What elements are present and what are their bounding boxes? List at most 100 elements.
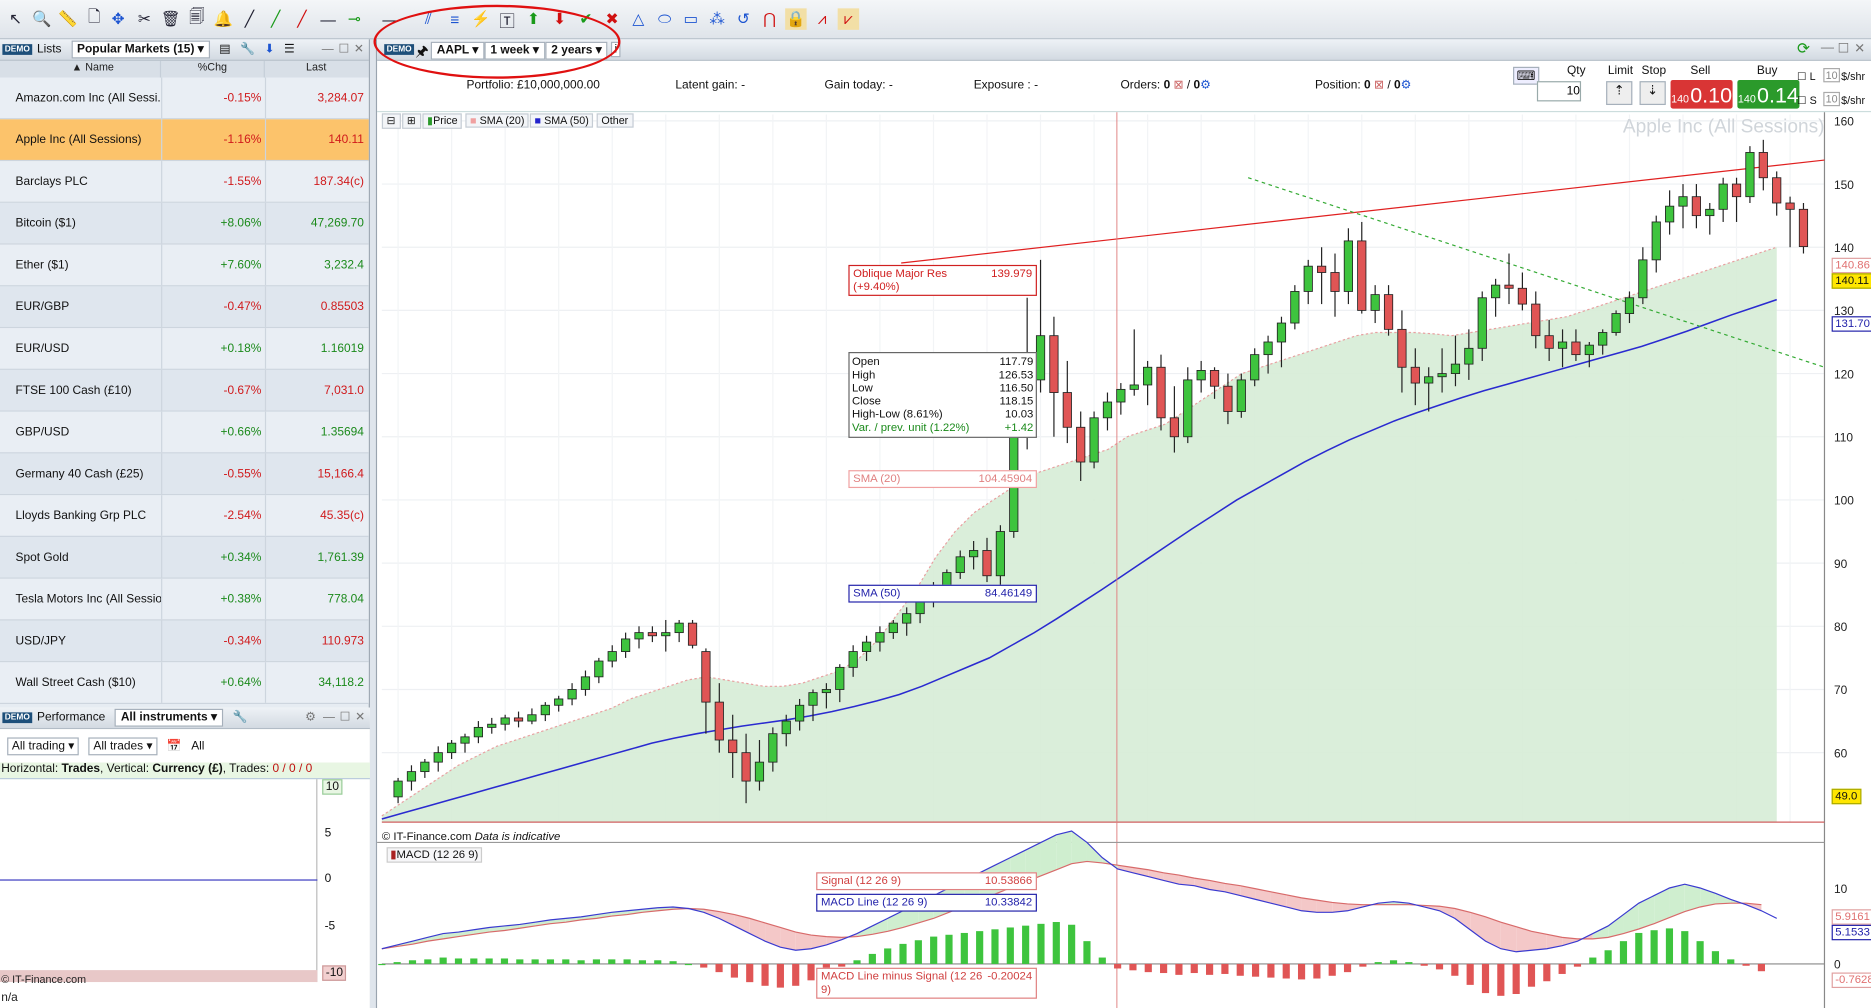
legend-price[interactable]: ▮Price [422,113,463,129]
menu-icon[interactable]: ☰ [284,43,295,56]
settings-icon[interactable]: ⚙ [305,711,316,724]
macd-annotation[interactable]: MACD Line (12 26 9) 10.33842 [816,893,1037,912]
legend-expand-icon[interactable]: ⊞ [402,113,421,129]
triangle-icon[interactable]: △ [628,8,649,29]
s-checkbox[interactable]: ☐ S [1797,94,1817,107]
market-row[interactable]: USD/JPY -0.34% 110.973 [0,620,369,663]
tab-lists[interactable]: Lists [37,43,62,56]
lock-icon[interactable]: 🔒 [785,8,807,30]
close-icon[interactable]: ✕ [355,711,365,724]
chart-tool2-icon[interactable]: ⩗ [837,8,860,30]
position[interactable]: Position: 0 ⊠ / 0⚙ [1315,79,1411,92]
credit: © IT-Finance.com Data is indicative [382,831,560,844]
orders-gear-icon[interactable]: ⚙ [1200,79,1211,92]
oblique-annotation[interactable]: Oblique Major Res (+9.40%) 139.979 [848,264,1037,296]
market-row[interactable]: Ether ($1) +7.60% 3,232.4 [0,244,369,287]
minimize-icon[interactable]: — [323,711,335,724]
stop-button[interactable]: ⇣ [1639,81,1666,106]
zoom-icon[interactable]: 🔍 [31,8,52,29]
legend-collapse-icon[interactable]: ⊟ [381,113,401,129]
sma20-annotation[interactable]: SMA (20) 104.45904 [848,470,1037,489]
doc-icon[interactable]: 🗋 [84,7,105,29]
green-line-icon[interactable]: ╱ [265,8,286,29]
legend-sma50[interactable]: ■ SMA (50) [529,113,594,128]
market-row[interactable]: Bitcoin ($1) +8.06% 47,269.70 [0,202,369,245]
s-qty[interactable]: 10 [1823,91,1841,107]
minimize-icon[interactable]: — [1821,41,1834,55]
market-row[interactable]: GBP/USD +0.66% 1.35694 [0,411,369,454]
signal-annotation[interactable]: Signal (12 26 9) 10.53866 [816,872,1037,891]
market-row[interactable]: FTSE 100 Cash (£10) -0.67% 7,031.0 [0,369,369,412]
market-last: 7,031.0 [264,369,368,411]
filter-trades[interactable]: All trades ▾ [88,736,158,755]
chart-tool-icon[interactable]: ⩘ [811,8,832,29]
market-row[interactable]: Spot Gold +0.34% 1,761.39 [0,536,369,579]
market-row[interactable]: Barclays PLC -1.55% 187.34(c) [0,161,369,203]
list-select[interactable]: Popular Markets (15) ▾ [71,40,210,59]
maximize-icon[interactable]: ☐ [340,711,351,724]
col-chg[interactable]: %Chg [161,60,265,78]
keyboard-icon[interactable]: ⌨ [1513,66,1540,85]
move-icon[interactable]: ✥ [107,8,128,29]
market-row[interactable]: Lloyds Banking Grp PLC -2.54% 45.35(c) [0,495,369,537]
calendar-icon[interactable]: 📅 [167,739,182,752]
ellipse-icon[interactable]: ⬭ [654,8,675,29]
filter-all[interactable]: All [191,739,204,752]
columns-icon[interactable]: ▤ [219,43,230,56]
filter-trading[interactable]: All trading ▾ [7,736,80,755]
close-icon[interactable]: ✕ [354,43,364,56]
price-chart[interactable]: 16015014013012011010090807060100 [377,112,1871,1008]
market-row[interactable]: Germany 40 Cash (£25) -0.55% 15,166.4 [0,453,369,496]
red-line-icon[interactable]: ╱ [291,8,312,29]
market-row[interactable]: EUR/GBP -0.47% 0.85503 [0,286,369,329]
qty-input[interactable] [1536,81,1582,102]
hline-end-icon[interactable]: ⊸ [344,8,365,29]
rectangle-icon[interactable]: ▭ [680,8,701,29]
position-gear-icon[interactable]: ⚙ [1401,79,1412,92]
limit-button[interactable]: ⇡ [1606,81,1633,106]
orders-x-icon[interactable]: ⊠ [1174,79,1184,92]
position-x-icon[interactable]: ⊠ [1374,79,1384,92]
pattern-icon[interactable]: ⁂ [706,8,727,29]
hist-annotation[interactable]: MACD Line minus Signal (12 26 9) -0.20024 [816,967,1037,999]
line-icon[interactable]: ╱ [239,8,260,29]
l-qty[interactable]: 10 [1823,68,1841,83]
trash-icon[interactable]: 🗑 [160,8,181,29]
maximize-icon[interactable]: ☐ [1838,41,1850,56]
minimize-icon[interactable]: — [322,43,334,56]
candle-body [1477,297,1487,349]
tab-performance[interactable]: Performance [37,711,105,724]
buy-button[interactable]: 140 0.14 [1737,79,1800,109]
l-checkbox[interactable]: ☐ L [1797,70,1816,83]
market-row[interactable]: EUR/USD +0.18% 1.16019 [0,328,369,370]
sma50-annotation[interactable]: SMA (50) 84.46149 [848,584,1037,603]
undo-icon[interactable]: ↺ [733,8,754,29]
market-row[interactable]: Tesla Motors Inc (All Sessio... +0.38% 7… [0,578,369,621]
refresh-icon[interactable]: ⟳ [1797,39,1810,58]
col-name[interactable]: ▲ Name [0,60,162,78]
maximize-icon[interactable]: ☐ [338,43,349,56]
wrench-icon[interactable]: 🔧 [240,43,255,56]
pointer-icon[interactable]: ↖ [5,8,26,29]
sell-button[interactable]: 140 0.10 [1670,79,1733,109]
doc2-icon[interactable]: 🗐 [186,7,207,29]
bell-icon[interactable]: 🔔 [212,8,233,29]
instrument-select[interactable]: All instruments ▾ [114,708,223,727]
macd-hist-bar [1144,963,1152,973]
list-select-label: Popular Markets (15) [77,42,195,57]
ruler-icon[interactable]: 📏 [57,8,78,29]
sort-icon[interactable]: ⬇ [264,43,274,56]
magnet-icon[interactable]: ⋂ [759,8,780,29]
hline-icon[interactable]: — [317,8,338,29]
close-icon[interactable]: ✕ [1854,41,1865,56]
macd-title[interactable]: ▮MACD (12 26 9) [386,847,482,863]
col-last[interactable]: Last [265,61,368,78]
legend-sma20[interactable]: ■ SMA (20) [465,113,530,128]
wrench-icon[interactable]: 🔧 [233,711,248,724]
market-row[interactable]: Wall Street Cash ($10) +0.64% 34,118.2 [0,662,369,705]
market-row[interactable]: Amazon.com Inc (All Sessi... -0.15% 3,28… [0,77,369,120]
legend-other[interactable]: Other [596,113,634,128]
orders[interactable]: Orders: 0 ⊠ / 0⚙ [1120,79,1210,92]
market-row[interactable]: Apple Inc (All Sessions) -1.16% 140.11 [0,119,369,162]
tools-icon[interactable]: ✂ [134,8,155,29]
